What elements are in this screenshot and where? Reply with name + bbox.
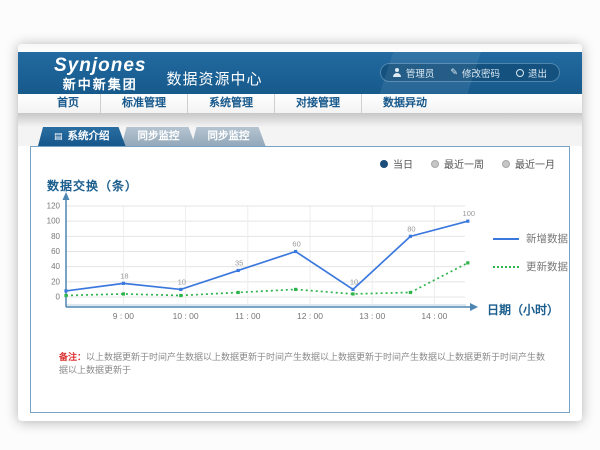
svg-text:13 : 00: 13 : 00 <box>359 311 385 321</box>
time-range-filters: 当日 最近一周 最近一月 <box>380 156 555 171</box>
chart-legend: 新增数据 更新数据 <box>493 231 568 274</box>
change-password-label: 修改密码 <box>462 66 500 80</box>
tab-label: 系统介绍 <box>68 127 110 146</box>
footnote-prefix: 备注： <box>59 352 86 362</box>
admin-button[interactable]: 管理员 <box>393 66 435 80</box>
user-icon <box>393 68 402 77</box>
content-panel: 当日 最近一周 最近一月 数据交换（条） 0204060801001209 : … <box>30 146 570 413</box>
logout-button[interactable]: 退出 <box>516 66 547 80</box>
change-password-button[interactable]: ✎ 修改密码 <box>450 66 500 80</box>
admin-label: 管理员 <box>406 66 435 80</box>
logo-text-cn: 新中新集团 <box>54 78 146 91</box>
filter-last-month[interactable]: 最近一月 <box>502 156 555 171</box>
footnote: 备注：以上数据更新于时间产生数据以上数据更新于时间产生数据以上数据更新于时间产生… <box>59 351 554 376</box>
line-chart: 0 20 40 60 80 100 120 9 : 00 10 : 00 11 : 00 12 : … <box>41 191 501 331</box>
tab-label: 同步监控 <box>208 127 250 146</box>
footnote-text: 以上数据更新于时间产生数据以上数据更新于时间产生数据以上数据更新于时间产生数据以… <box>59 352 545 375</box>
svg-text:14 : 00: 14 : 00 <box>421 311 447 321</box>
filter-today[interactable]: 当日 <box>380 156 413 171</box>
tab-sync-monitor-1[interactable]: 同步监控 <box>122 127 196 146</box>
edit-icon: ✎ <box>450 67 458 78</box>
svg-text:120: 120 <box>47 202 61 211</box>
power-icon <box>516 69 524 77</box>
svg-text:10: 10 <box>178 277 186 286</box>
svg-text:100: 100 <box>463 209 476 218</box>
user-menu: 管理员 ✎ 修改密码 退出 <box>380 63 560 82</box>
svg-text:80: 80 <box>51 232 60 241</box>
main-nav: 首页 标准管理 系统管理 对接管理 数据异动 <box>18 94 582 113</box>
page-title: 数据资源中心 <box>166 68 262 89</box>
svg-text:0: 0 <box>56 293 61 302</box>
filter-label: 当日 <box>393 156 413 171</box>
filter-label: 最近一周 <box>444 156 484 171</box>
svg-text:18: 18 <box>120 271 128 280</box>
nav-item-home[interactable]: 首页 <box>36 94 100 113</box>
divider-band <box>18 113 582 127</box>
svg-text:100: 100 <box>47 217 61 226</box>
company-logo: Synjones 新中新集团 <box>54 56 146 91</box>
legend-label: 更新数据 <box>526 259 568 274</box>
svg-text:80: 80 <box>407 224 415 233</box>
logo-text-en: Synjones <box>54 56 146 75</box>
nav-item-data-change[interactable]: 数据异动 <box>361 94 448 113</box>
window-top-strip <box>18 44 582 52</box>
tab-label: 同步监控 <box>138 127 180 146</box>
chart-x-axis-title: 日期（小时） <box>487 301 559 318</box>
svg-text:60: 60 <box>51 247 60 256</box>
svg-text:11 : 00: 11 : 00 <box>235 311 261 321</box>
svg-text:9 : 00: 9 : 00 <box>113 311 135 321</box>
tab-bar: ▤ 系统介绍 同步监控 同步监控 <box>18 127 582 146</box>
legend-item-updated-data: 更新数据 <box>493 259 568 274</box>
filter-label: 最近一月 <box>515 156 555 171</box>
app-header: Synjones 新中新集团 数据资源中心 管理员 ✎ 修改密码 退出 <box>18 52 582 94</box>
filter-last-week[interactable]: 最近一周 <box>431 156 484 171</box>
nav-item-system-mgmt[interactable]: 系统管理 <box>187 94 274 113</box>
svg-text:35: 35 <box>235 258 243 267</box>
logout-label: 退出 <box>528 66 547 80</box>
tab-sync-monitor-2[interactable]: 同步监控 <box>192 127 266 146</box>
legend-line-dotted <box>493 266 519 268</box>
svg-text:10 : 00: 10 : 00 <box>173 311 199 321</box>
radio-icon <box>431 160 439 168</box>
legend-item-new-data: 新增数据 <box>493 231 568 246</box>
radio-selected-icon <box>380 160 388 168</box>
main-window: Synjones 新中新集团 数据资源中心 管理员 ✎ 修改密码 退出 首页 标… <box>18 44 582 421</box>
document-icon: ▤ <box>54 132 63 141</box>
legend-label: 新增数据 <box>526 231 568 246</box>
tab-system-intro[interactable]: ▤ 系统介绍 <box>38 127 126 146</box>
radio-icon <box>502 160 510 168</box>
legend-line-solid <box>493 238 519 240</box>
svg-text:60: 60 <box>292 240 300 249</box>
nav-item-standard-mgmt[interactable]: 标准管理 <box>100 94 187 113</box>
svg-text:10: 10 <box>350 277 358 286</box>
svg-text:40: 40 <box>51 262 60 271</box>
svg-text:20: 20 <box>51 277 60 286</box>
nav-item-interface-mgmt[interactable]: 对接管理 <box>274 94 361 113</box>
svg-text:12 : 00: 12 : 00 <box>297 311 323 321</box>
